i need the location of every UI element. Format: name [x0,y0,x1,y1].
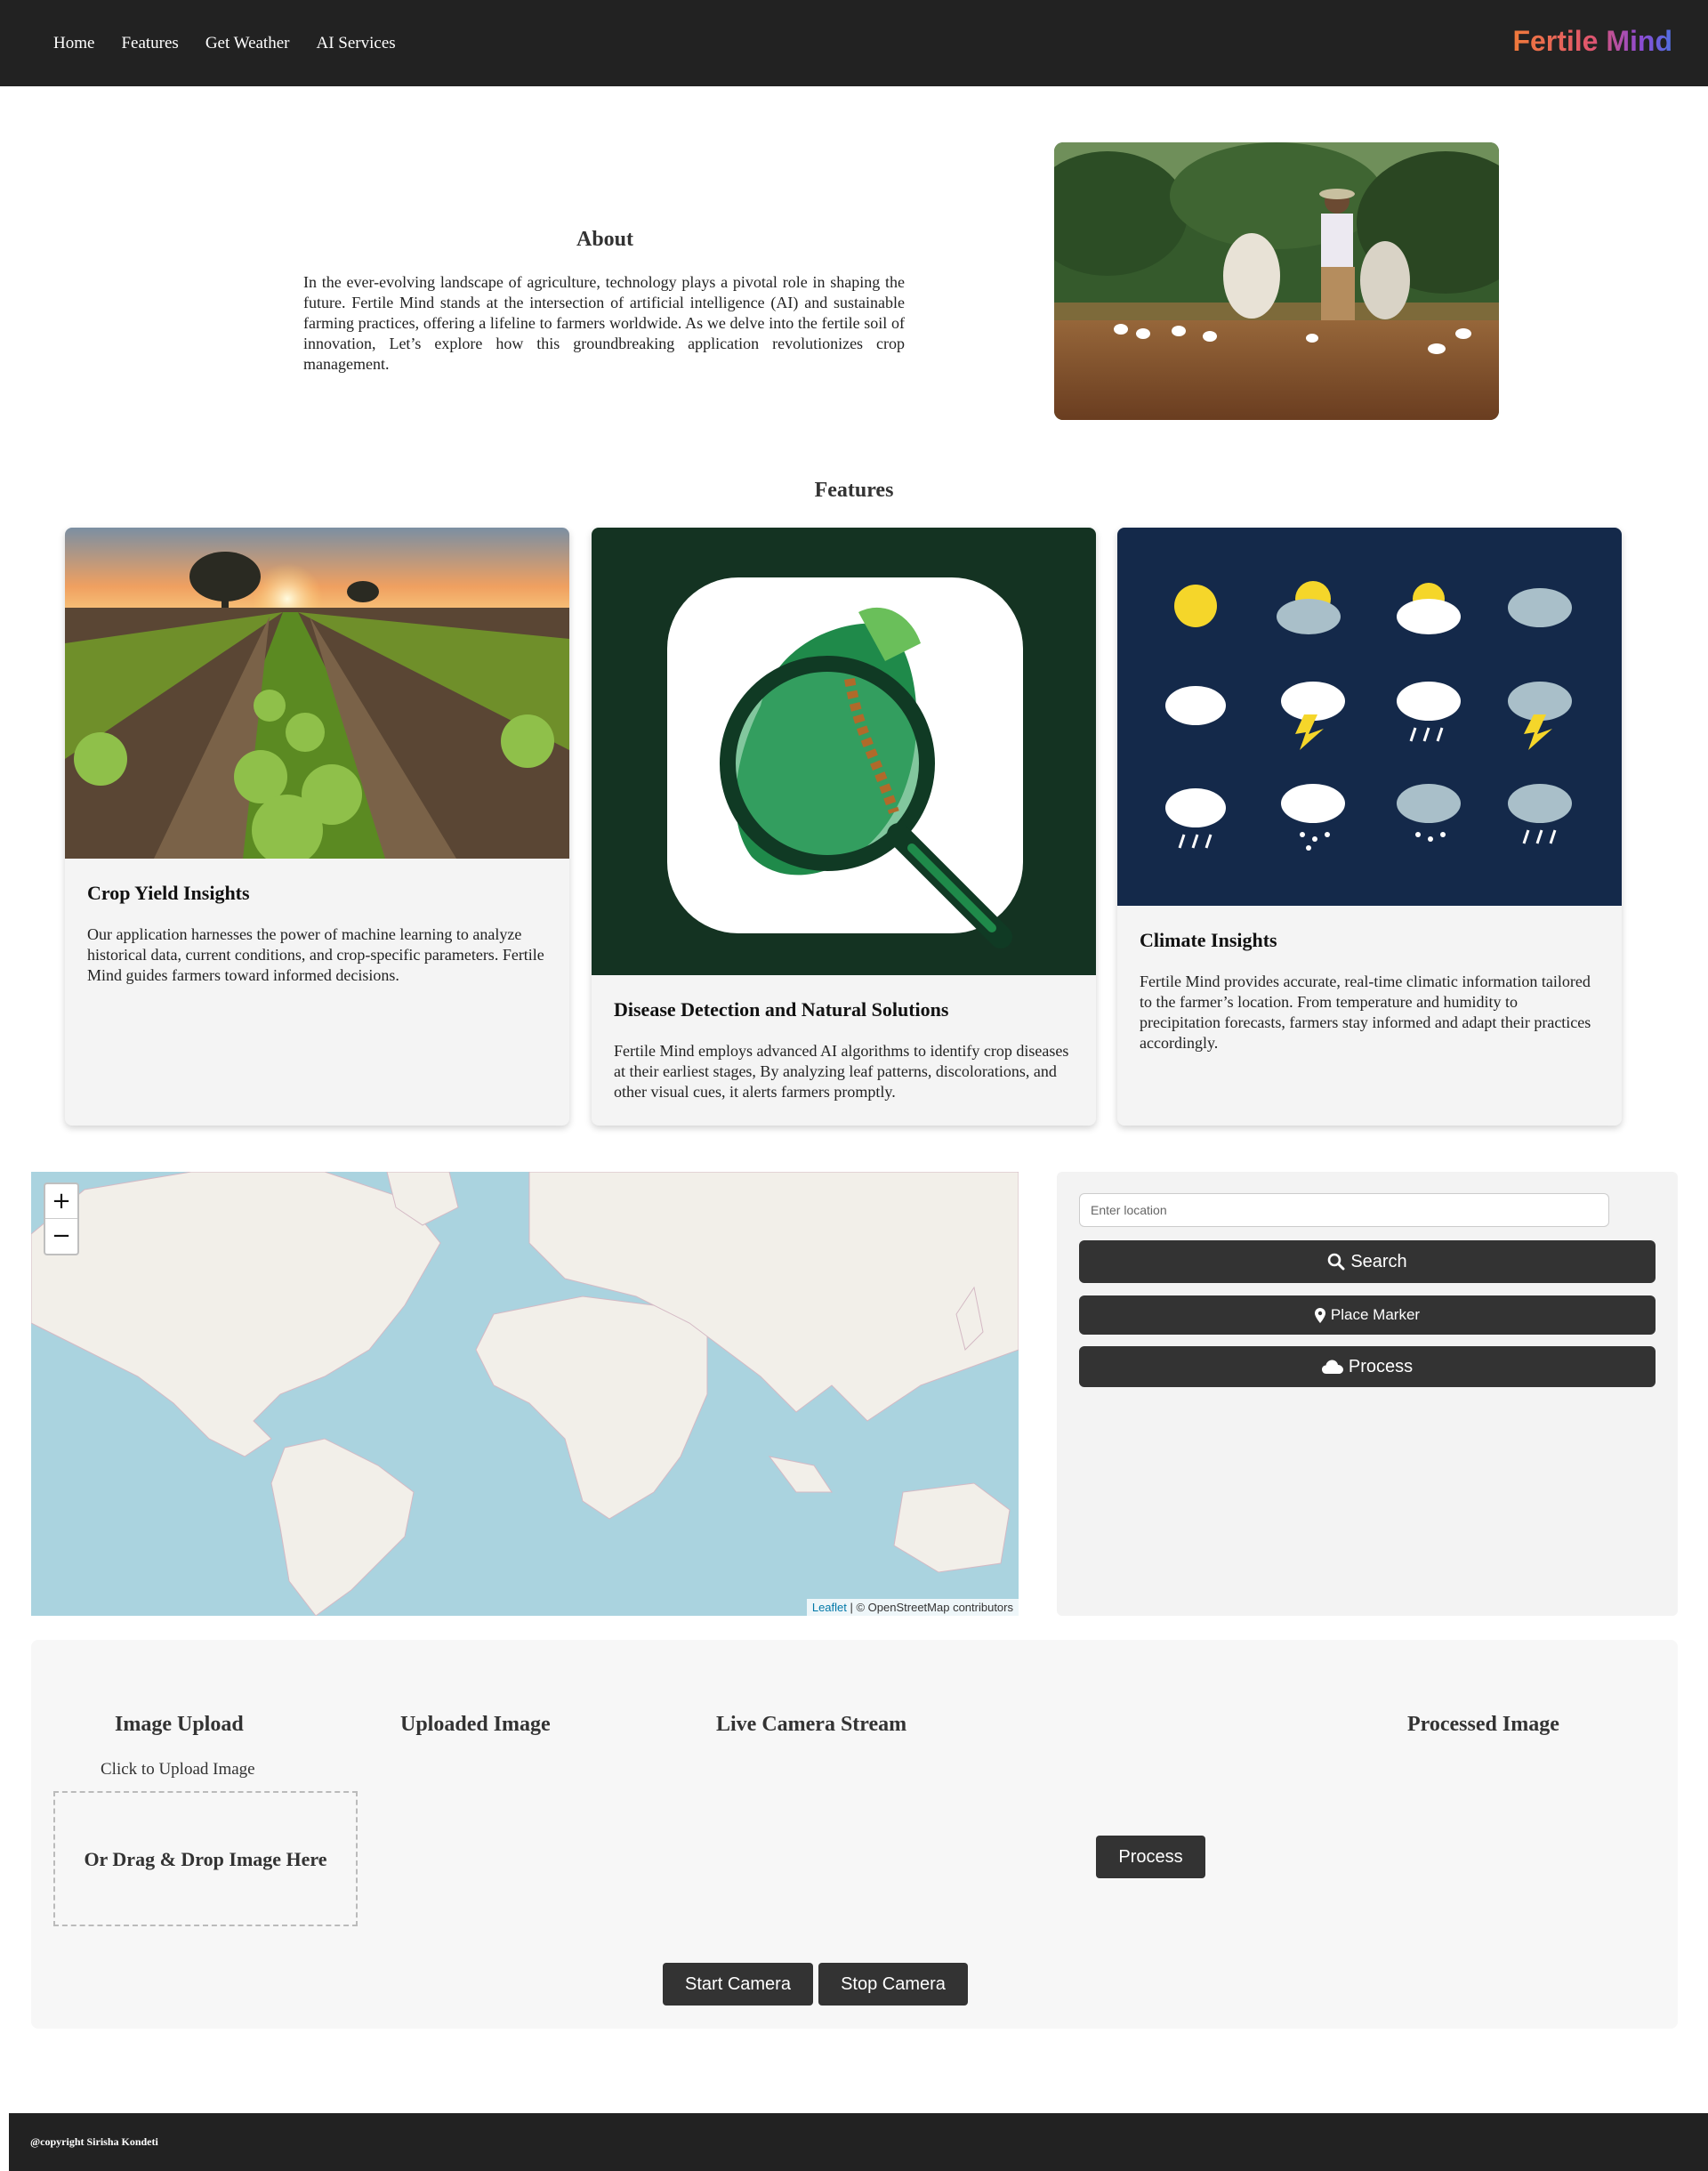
leaflet-link[interactable]: Leaflet [812,1601,847,1614]
stop-camera-button[interactable]: Stop Camera [818,1963,968,2006]
about-text: In the ever-evolving landscape of agricu… [303,273,905,373]
about-title: About [576,228,634,251]
zoom-out-button[interactable]: − [45,1218,77,1253]
brand-logo[interactable]: Fertile Mind [1512,25,1672,58]
zoom-control: + − [44,1182,79,1255]
location-input[interactable] [1079,1193,1609,1227]
live-camera-title: Live Camera Stream [716,1713,907,1736]
search-button[interactable]: Search [1079,1240,1656,1283]
world-map[interactable]: + − Leaflet | © OpenStreetMap contributo… [31,1172,1019,1616]
attribution-text: | © OpenStreetMap contributors [846,1601,1014,1614]
feature-card-climate-insights: Climate Insights Fertile Mind provides a… [1117,528,1622,1126]
nav-link-home[interactable]: Home [53,34,94,53]
start-camera-button[interactable]: Start Camera [663,1963,813,2006]
card-title: Disease Detection and Natural Solutions [614,998,949,1021]
card-text: Fertile Mind provides accurate, real-tim… [1140,973,1591,1052]
features-title: Features [814,479,894,502]
ai-services-section: Image Upload Click to Upload Image Or Dr… [31,1640,1678,2029]
nav-links: Home Features Get Weather AI Services [53,34,423,53]
search-icon [1328,1253,1345,1271]
cloud-icon [1321,1360,1343,1374]
process-label: Process [1348,1356,1414,1376]
zoom-in-button[interactable]: + [45,1184,77,1218]
map-tiles [31,1172,1019,1616]
nav-link-get-weather[interactable]: Get Weather [205,34,290,53]
click-to-upload[interactable]: Click to Upload Image [101,1760,255,1780]
search-label: Search [1350,1251,1407,1271]
place-marker-button[interactable]: Place Marker [1079,1295,1656,1335]
copyright-text: @copyright Sirisha Kondeti [30,2135,158,2148]
feature-card-crop-yield: Crop Yield Insights Our application harn… [65,528,569,1126]
card-title: Climate Insights [1140,929,1277,951]
card-text: Our application harnesses the power of m… [87,925,544,984]
map-pin-icon [1314,1307,1325,1323]
weather-search-panel: Search Place Marker Process [1057,1172,1678,1616]
footer: @copyright Sirisha Kondeti [9,2113,1708,2171]
place-marker-label: Place Marker [1330,1306,1421,1323]
processed-image-title: Processed Image [1407,1713,1559,1736]
uploaded-image-title: Uploaded Image [400,1713,551,1736]
disease-detection-image [592,528,1096,975]
nav-link-ai-services[interactable]: AI Services [316,34,395,53]
process-weather-button[interactable]: Process [1079,1346,1656,1387]
feature-card-disease-detection: Disease Detection and Natural Solutions … [592,528,1096,1126]
process-image-button[interactable]: Process [1096,1836,1205,1878]
drop-zone[interactable]: Or Drag & Drop Image Here [53,1791,358,1926]
card-title: Crop Yield Insights [87,882,250,904]
navbar: Home Features Get Weather AI Services Fe… [0,0,1708,86]
image-upload-title: Image Upload [115,1713,244,1736]
crop-field-image [65,528,569,859]
about-farmer-photo [1054,142,1499,420]
map-attribution: Leaflet | © OpenStreetMap contributors [806,1599,1019,1616]
nav-link-features[interactable]: Features [121,34,178,53]
weather-icons-image [1117,528,1622,906]
card-text: Fertile Mind employs advanced AI algorit… [614,1042,1069,1101]
